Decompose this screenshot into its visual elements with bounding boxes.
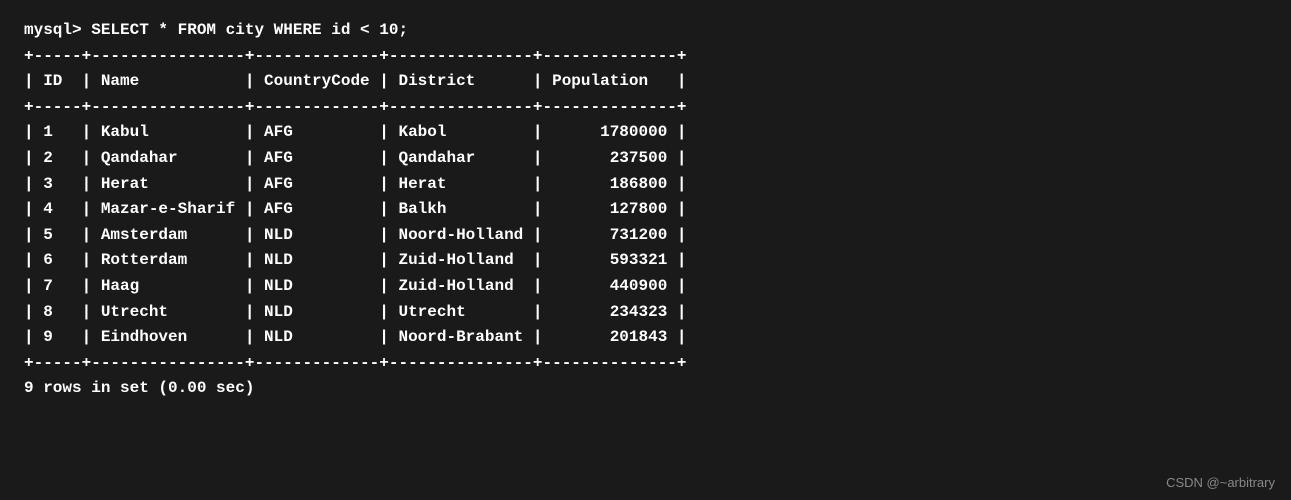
table-header: | ID | Name | CountryCode | District | P… — [24, 69, 1267, 95]
table-row-5: | 5 | Amsterdam | NLD | Noord-Holland | … — [24, 223, 1267, 249]
watermark: CSDN @~arbitrary — [1166, 475, 1275, 490]
table-row-3: | 3 | Herat | AFG | Herat | 186800 | — [24, 172, 1267, 198]
table-row-9: | 9 | Eindhoven | NLD | Noord-Brabant | … — [24, 325, 1267, 351]
terminal-window: mysql> SELECT * FROM city WHERE id < 10;… — [0, 0, 1291, 420]
table-row-4: | 4 | Mazar-e-Sharif | AFG | Balkh | 127… — [24, 197, 1267, 223]
separator-top: +-----+----------------+-------------+--… — [24, 44, 1267, 70]
table-row-6: | 6 | Rotterdam | NLD | Zuid-Holland | 5… — [24, 248, 1267, 274]
separator-bot: +-----+----------------+-------------+--… — [24, 351, 1267, 377]
footer-text: 9 rows in set (0.00 sec) — [24, 376, 1267, 402]
table-row-8: | 8 | Utrecht | NLD | Utrecht | 234323 | — [24, 300, 1267, 326]
table-row-2: | 2 | Qandahar | AFG | Qandahar | 237500… — [24, 146, 1267, 172]
table-row-7: | 7 | Haag | NLD | Zuid-Holland | 440900… — [24, 274, 1267, 300]
command-line: mysql> SELECT * FROM city WHERE id < 10; — [24, 18, 1267, 44]
separator-mid: +-----+----------------+-------------+--… — [24, 95, 1267, 121]
table-row-1: | 1 | Kabul | AFG | Kabol | 1780000 | — [24, 120, 1267, 146]
